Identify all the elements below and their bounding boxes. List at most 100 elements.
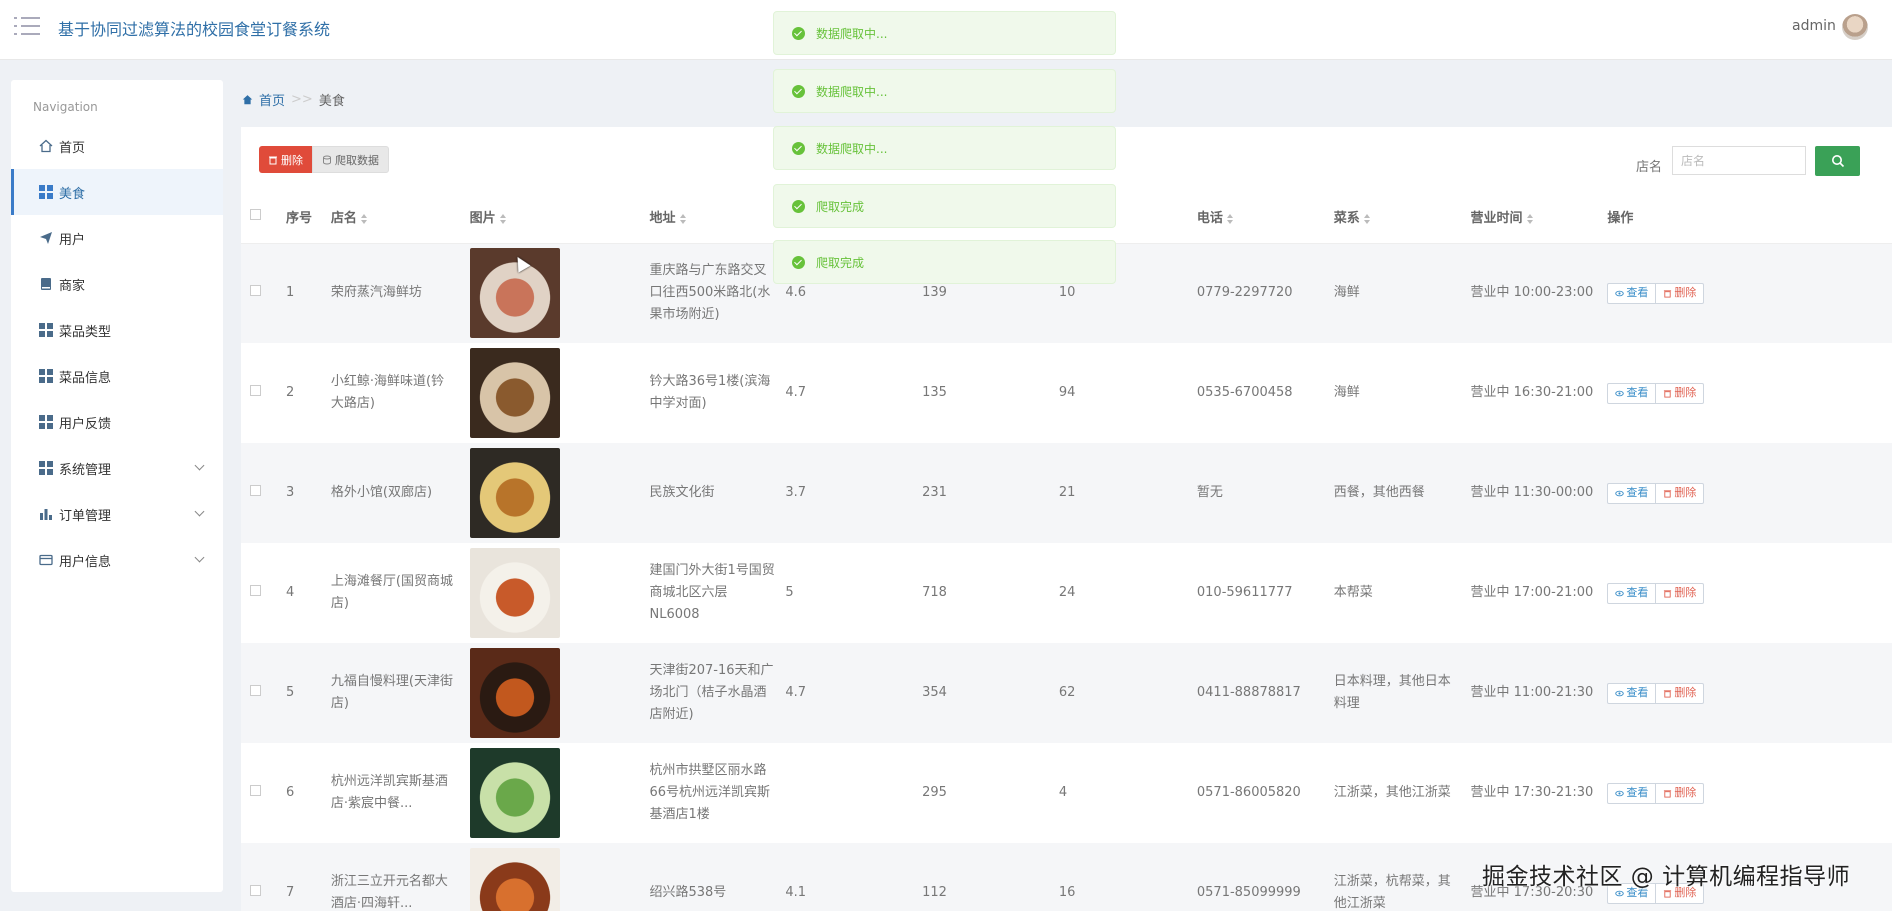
sidebar-item-food[interactable]: 美食 bbox=[11, 169, 223, 215]
cell-count1: 135 bbox=[922, 385, 947, 400]
delete-button[interactable]: 删除 bbox=[1656, 582, 1705, 604]
sidebar-item-home[interactable]: 首页 bbox=[11, 123, 223, 169]
select-all-checkbox[interactable] bbox=[250, 209, 261, 221]
grid-icon bbox=[39, 415, 53, 429]
chevron-down-icon bbox=[194, 552, 205, 563]
cell-phone: 0571-86005820 bbox=[1196, 785, 1301, 800]
col-header-cuisine[interactable]: 菜系 bbox=[1333, 191, 1471, 244]
delete-button[interactable]: 删除 bbox=[1656, 782, 1705, 804]
cell-address: 重庆路与广东路交叉口往西500米路北(水果市场附近) bbox=[649, 263, 771, 323]
cell-name: 上海滩餐厅(国贸商城店) bbox=[330, 574, 453, 611]
menu-toggle-icon[interactable] bbox=[14, 17, 40, 37]
search-label: 店名 bbox=[1636, 160, 1663, 175]
batch-delete-button[interactable]: 删除 bbox=[259, 146, 312, 173]
row-checkbox[interactable] bbox=[250, 885, 261, 896]
col-header-name[interactable]: 店名 bbox=[330, 191, 470, 244]
toast-message: 数据爬取中... bbox=[773, 11, 1116, 55]
food-image[interactable] bbox=[469, 848, 560, 911]
breadcrumb-home[interactable]: 首页 bbox=[259, 90, 285, 109]
food-image[interactable] bbox=[469, 648, 560, 738]
cell-no: 5 bbox=[285, 685, 295, 700]
sort-icon bbox=[1526, 213, 1533, 224]
col-header-hours[interactable]: 营业时间 bbox=[1470, 191, 1608, 244]
food-image[interactable] bbox=[469, 448, 560, 538]
view-button[interactable]: 查看 bbox=[1607, 382, 1657, 404]
cell-count2: 24 bbox=[1058, 585, 1076, 600]
row-checkbox[interactable] bbox=[250, 585, 261, 596]
cell-name: 浙江三立开元名都大酒店·四海轩... bbox=[330, 874, 448, 911]
trash-icon bbox=[1664, 389, 1672, 398]
cell-count2: 62 bbox=[1058, 685, 1076, 700]
sidebar-item-label: 美食 bbox=[59, 186, 86, 202]
cell-hours: 营业中 11:00-21:30 bbox=[1470, 685, 1594, 700]
delete-button[interactable]: 删除 bbox=[1656, 282, 1705, 304]
home-icon bbox=[242, 95, 253, 105]
user-name[interactable]: admin bbox=[1792, 18, 1836, 34]
sidebar-item-user-info[interactable]: 用户信息 bbox=[11, 537, 223, 583]
sidebar-item-label: 用户信息 bbox=[59, 554, 112, 570]
sidebar-item-dish-info[interactable]: 菜品信息 bbox=[11, 353, 223, 399]
row-checkbox[interactable] bbox=[250, 685, 261, 696]
crawl-data-label: 爬取数据 bbox=[335, 153, 379, 167]
sidebar-item-label: 菜品信息 bbox=[59, 370, 112, 386]
col-header-label: 店名 bbox=[330, 211, 357, 227]
grid-icon bbox=[39, 185, 53, 199]
row-checkbox[interactable] bbox=[250, 485, 261, 496]
crawl-data-button[interactable]: 爬取数据 bbox=[312, 146, 389, 173]
search-button[interactable] bbox=[1815, 146, 1860, 176]
cell-count1: 718 bbox=[922, 585, 947, 600]
cell-cuisine: 海鲜 bbox=[1333, 285, 1360, 301]
sidebar-item-label: 商家 bbox=[59, 278, 86, 294]
row-checkbox[interactable] bbox=[250, 285, 261, 297]
toast-text: 数据爬取中... bbox=[816, 84, 888, 99]
food-image[interactable] bbox=[469, 748, 560, 838]
cell-address: 绍兴路538号 bbox=[649, 885, 727, 900]
bookmark-icon bbox=[41, 278, 51, 290]
sidebar-item-merchants[interactable]: 商家 bbox=[11, 261, 223, 307]
delete-label: 删除 bbox=[1674, 786, 1697, 799]
breadcrumb: 首页 >> 美食 bbox=[242, 90, 345, 109]
view-button[interactable]: 查看 bbox=[1607, 282, 1657, 304]
sidebar-item-orders[interactable]: 订单管理 bbox=[11, 491, 223, 537]
cell-cuisine: 海鲜 bbox=[1333, 385, 1360, 400]
toast-message: 爬取完成 bbox=[773, 240, 1116, 284]
search-input[interactable] bbox=[1672, 146, 1806, 175]
delete-button[interactable]: 删除 bbox=[1656, 382, 1705, 404]
sidebar-item-label: 用户 bbox=[59, 232, 86, 248]
breadcrumb-current: 美食 bbox=[318, 94, 345, 109]
row-checkbox[interactable] bbox=[250, 785, 261, 796]
table-row: 6 杭州远洋凯宾斯基酒店·紫宸中餐... 杭州市拱墅区丽水路66号杭州远洋凯宾斯… bbox=[241, 743, 1892, 843]
delete-button[interactable]: 删除 bbox=[1656, 682, 1705, 704]
view-button[interactable]: 查看 bbox=[1607, 482, 1657, 504]
col-header-label: 电话 bbox=[1196, 211, 1223, 227]
sidebar-item-users[interactable]: 用户 bbox=[11, 215, 223, 261]
sidebar-item-system[interactable]: 系统管理 bbox=[11, 445, 223, 491]
cell-no: 1 bbox=[285, 285, 295, 301]
col-header-address[interactable]: 地址 bbox=[649, 191, 786, 244]
food-image[interactable] bbox=[469, 548, 560, 638]
food-image[interactable] bbox=[469, 348, 560, 438]
table-row: 3 格外小馆(双廊店) 民族文化街 3.7 231 21 暂无 西餐，其他西餐 … bbox=[241, 443, 1892, 543]
sidebar-item-dish-types[interactable]: 菜品类型 bbox=[11, 307, 223, 353]
delete-label: 删除 bbox=[1674, 686, 1697, 699]
avatar[interactable] bbox=[1842, 14, 1868, 40]
cell-no: 3 bbox=[285, 485, 295, 500]
col-header-no: 序号 bbox=[285, 191, 331, 244]
sidebar-item-label: 菜品类型 bbox=[59, 324, 112, 340]
eye-icon bbox=[1615, 790, 1625, 796]
cell-phone: 0411-88878817 bbox=[1196, 685, 1301, 700]
col-header-phone[interactable]: 电话 bbox=[1196, 191, 1334, 244]
sidebar-item-feedback[interactable]: 用户反馈 bbox=[11, 399, 223, 445]
view-button[interactable]: 查看 bbox=[1607, 582, 1657, 604]
delete-button[interactable]: 删除 bbox=[1656, 482, 1705, 504]
delete-label: 删除 bbox=[1674, 486, 1697, 499]
bar-chart-icon bbox=[40, 509, 52, 520]
view-label: 查看 bbox=[1626, 586, 1649, 599]
col-header-image[interactable]: 图片 bbox=[469, 191, 650, 244]
sort-icon bbox=[499, 213, 506, 224]
row-checkbox[interactable] bbox=[250, 385, 261, 396]
cell-count2: 94 bbox=[1058, 385, 1076, 400]
cell-hours: 营业中 10:00-23:00 bbox=[1470, 285, 1594, 301]
view-button[interactable]: 查看 bbox=[1607, 682, 1657, 704]
view-button[interactable]: 查看 bbox=[1607, 782, 1657, 804]
